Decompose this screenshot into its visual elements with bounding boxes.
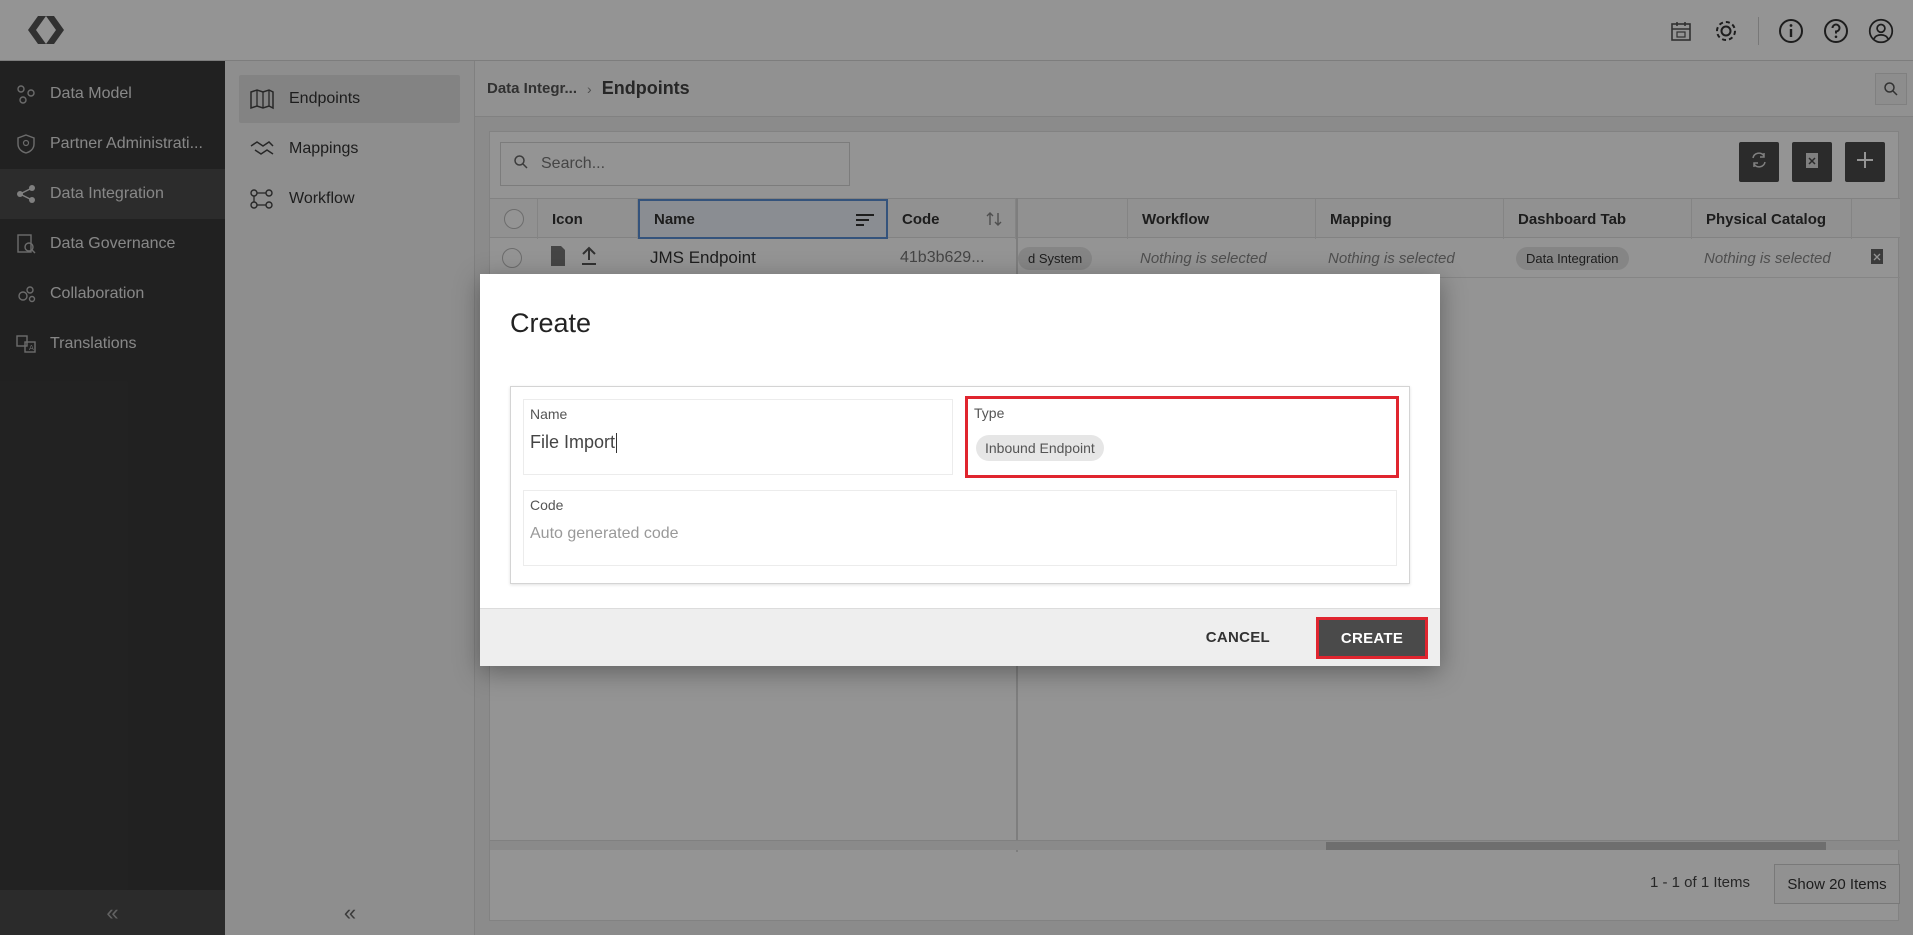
code-input[interactable]: Auto generated code [530, 525, 679, 543]
type-chip[interactable]: Inbound Endpoint [976, 435, 1104, 461]
create-dialog: Create Name File Import Type Inbound End… [480, 274, 1440, 666]
code-field[interactable]: Code Auto generated code [523, 490, 1397, 566]
create-button[interactable]: CREATE [1316, 617, 1428, 659]
code-label: Code [530, 497, 564, 513]
type-field[interactable]: Type Inbound Endpoint [965, 396, 1399, 478]
name-input[interactable]: File Import [530, 432, 618, 454]
name-field[interactable]: Name File Import [523, 399, 953, 475]
text-cursor [616, 433, 618, 454]
cancel-button[interactable]: CANCEL [1200, 623, 1276, 652]
create-form: Name File Import Type Inbound Endpoint C… [510, 386, 1410, 584]
dialog-footer: CANCEL CREATE [480, 608, 1440, 666]
name-value: File Import [530, 432, 616, 452]
dialog-title: Create [510, 308, 592, 338]
type-label: Type [974, 405, 1005, 421]
name-label: Name [530, 406, 568, 422]
